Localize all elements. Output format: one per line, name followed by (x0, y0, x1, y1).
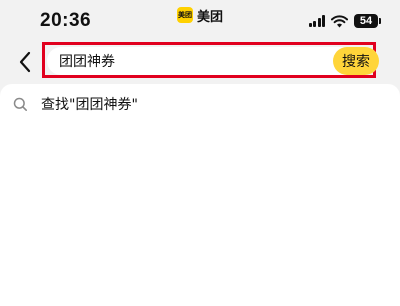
search-button[interactable]: 搜索 (333, 47, 379, 75)
suggestion-item[interactable]: 查找"团团神券" (0, 90, 400, 118)
brand-name: 美团 (197, 9, 224, 25)
wifi-icon (331, 14, 348, 27)
battery-icon: 54 (354, 14, 381, 28)
status-time: 20:36 (40, 10, 92, 31)
suggestion-panel: 查找"团团神券" (0, 84, 400, 306)
suggestion-text: 查找"团团神券" (41, 97, 138, 113)
status-icons: 54 (308, 13, 381, 29)
search-box: 搜索 (47, 47, 379, 75)
search-input[interactable] (59, 47, 309, 75)
meituan-logo-icon: 美团 (177, 7, 193, 23)
chevron-left-icon (19, 51, 31, 73)
app-brand: 美团 美团 (177, 6, 224, 25)
back-button[interactable] (12, 48, 38, 76)
status-bar: 20:36 美团 美团 54 (0, 0, 400, 42)
signal-icon (308, 15, 325, 27)
search-icon (12, 96, 28, 112)
search-bar: 搜索 (0, 42, 400, 82)
